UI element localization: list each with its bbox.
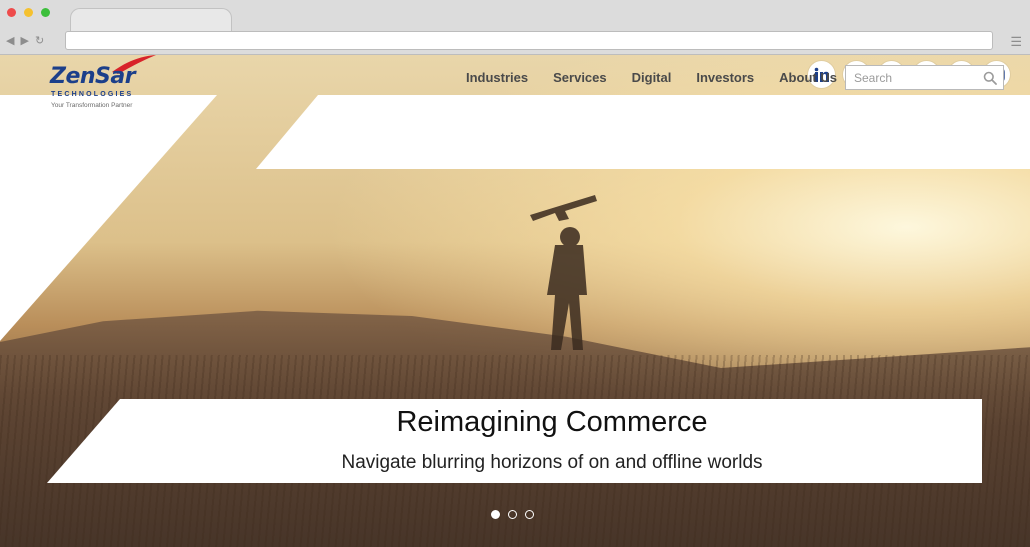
carousel-pager xyxy=(491,510,534,519)
reload-icon[interactable]: ↻ xyxy=(35,34,44,47)
child-with-plane-silhouette xyxy=(530,195,597,350)
minimize-window-button[interactable] xyxy=(24,8,33,17)
back-arrow-icon[interactable]: ◀ xyxy=(6,34,14,47)
carousel-dot-2[interactable] xyxy=(508,510,517,519)
forward-arrow-icon[interactable]: ▶ xyxy=(20,34,28,47)
nav-panel xyxy=(256,95,1030,169)
search-input[interactable] xyxy=(846,66,992,89)
close-window-button[interactable] xyxy=(7,8,16,17)
hero-title: Reimagining Commerce xyxy=(396,406,708,438)
window-controls xyxy=(7,8,50,17)
logo-subtitle: TECHNOLOGIES xyxy=(51,91,134,98)
browser-nav: ◀ ▶ ↻ xyxy=(6,34,44,47)
zensar-logo[interactable]: ZenSar TECHNOLOGIES Your Transformation … xyxy=(50,54,160,114)
nav-item-investors[interactable]: Investors xyxy=(696,70,754,85)
maximize-window-button[interactable] xyxy=(41,8,50,17)
main-nav: Industries Services Digital Investors Ab… xyxy=(466,70,862,85)
carousel-dot-3[interactable] xyxy=(525,510,534,519)
browser-chrome: ◀ ▶ ↻ ☰ xyxy=(0,0,1030,55)
nav-item-about-us[interactable]: About Us xyxy=(779,70,837,85)
nav-item-digital[interactable]: Digital xyxy=(632,70,672,85)
search-icon[interactable] xyxy=(983,71,997,85)
search-box xyxy=(845,65,1004,90)
hamburger-menu-icon[interactable]: ☰ xyxy=(1010,34,1022,50)
carousel-dot-1[interactable] xyxy=(491,510,500,519)
logo-panel xyxy=(0,95,217,341)
browser-tab[interactable] xyxy=(70,8,232,31)
nav-item-services[interactable]: Services xyxy=(553,70,607,85)
nav-item-industries[interactable]: Industries xyxy=(466,70,528,85)
logo-wordmark: ZenSar xyxy=(50,64,136,89)
hero-subtitle: Navigate blurring horizons of on and off… xyxy=(341,452,763,473)
logo-tagline: Your Transformation Partner xyxy=(51,102,133,109)
address-bar[interactable] xyxy=(65,31,993,50)
